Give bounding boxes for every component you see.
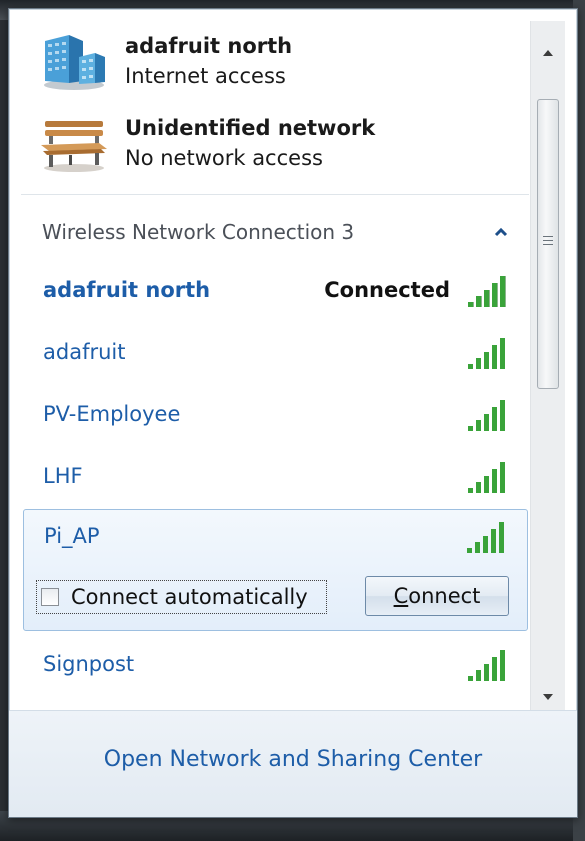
signal-strength-icon — [468, 400, 505, 431]
active-network-status: Internet access — [125, 64, 286, 88]
scroll-up-arrow-icon[interactable] — [531, 33, 565, 73]
network-name: LHF — [43, 464, 83, 488]
checkbox-label: Connect automatically — [71, 585, 308, 609]
network-name: adafruit north — [43, 278, 211, 302]
network-row-signpost[interactable]: Signpost — [23, 638, 528, 694]
section-divider — [21, 194, 529, 195]
active-network-status: No network access — [125, 146, 323, 170]
signal-strength-icon — [468, 276, 506, 307]
building-network-icon — [44, 35, 105, 90]
network-name: Pi_AP — [44, 524, 100, 548]
open-network-sharing-center-link[interactable]: Open Network and Sharing Center — [9, 747, 577, 772]
wireless-section-header[interactable]: Wireless Network Connection 3 — [42, 214, 512, 250]
network-row-pi-ap-selected[interactable]: Pi_AP Connect automatically Connect — [23, 509, 528, 631]
connection-status: Connected — [324, 278, 450, 302]
network-name: PV-Employee — [43, 402, 181, 426]
scrollbar-thumb[interactable] — [537, 99, 559, 389]
grip-icon — [543, 236, 553, 248]
signal-strength-icon — [468, 650, 505, 681]
vertical-scrollbar[interactable] — [530, 21, 565, 717]
active-network-2: Unidentified network No network access — [39, 113, 375, 183]
network-row-pv-employee[interactable]: PV-Employee — [23, 388, 528, 444]
network-name: Signpost — [43, 652, 135, 676]
chevron-up-icon[interactable] — [490, 221, 512, 243]
signal-strength-icon — [467, 522, 504, 553]
network-row-lhf[interactable]: LHF — [23, 450, 528, 506]
park-bench-icon — [41, 121, 107, 172]
section-title: Wireless Network Connection 3 — [42, 220, 355, 244]
connect-automatically-checkbox[interactable]: Connect automatically — [36, 580, 327, 614]
signal-strength-icon — [468, 338, 505, 369]
connect-label: onnect — [408, 584, 481, 608]
network-flyout: adafruit north Internet access Unidentif… — [8, 8, 578, 818]
signal-strength-icon — [468, 462, 505, 493]
connect-accelerator: C — [393, 584, 409, 608]
network-name: adafruit — [43, 340, 126, 364]
network-row-adafruit-north[interactable]: adafruit north Connected — [23, 264, 528, 320]
active-network-name: adafruit north — [125, 34, 293, 58]
active-network-name: Unidentified network — [125, 116, 376, 140]
flyout-footer: Open Network and Sharing Center — [9, 710, 577, 817]
connect-button[interactable]: Connect — [365, 576, 509, 616]
checkbox-box[interactable] — [41, 588, 59, 606]
network-row-adafruit[interactable]: adafruit — [23, 326, 528, 382]
active-network-1: adafruit north Internet access — [39, 31, 292, 101]
network-list-content: adafruit north Internet access Unidentif… — [9, 9, 529, 705]
